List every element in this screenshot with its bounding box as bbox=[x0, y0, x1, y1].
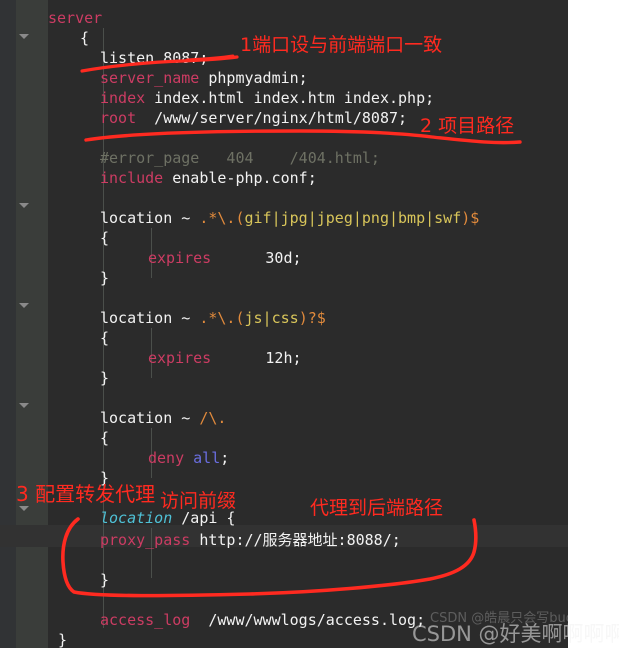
token-access-log-keyword: access_log bbox=[100, 611, 191, 629]
token-close-brace: } bbox=[100, 369, 110, 387]
code-line-index[interactable]: index index.html index.htm index.php; bbox=[100, 88, 434, 108]
code-line-open-brace[interactable]: { bbox=[100, 428, 109, 448]
token-regex-extensions: js|css bbox=[244, 309, 299, 327]
token-close-brace: } bbox=[100, 269, 110, 287]
code-line-proxy-pass[interactable]: proxy_pass http://服务器地址:8088/; bbox=[100, 530, 401, 550]
token-expires-keyword: expires bbox=[148, 349, 212, 367]
token-listen-value: 8087; bbox=[154, 49, 209, 67]
token-location-keyword: location bbox=[100, 409, 173, 427]
token-access-log-value: /www/wwwlogs/access.log; bbox=[190, 611, 426, 629]
token-location-keyword: location bbox=[100, 209, 173, 227]
token-open-brace: { bbox=[100, 429, 110, 447]
code-line-open-brace[interactable]: { bbox=[100, 228, 109, 248]
code-line-root[interactable]: root /www/server/nginx/html/8087; bbox=[100, 108, 407, 128]
token-regex-suffix: )$ bbox=[461, 209, 480, 227]
token-root-keyword: root bbox=[100, 109, 137, 127]
code-line-close-brace[interactable]: } bbox=[100, 468, 109, 488]
code-line-close-brace[interactable]: } bbox=[100, 368, 109, 388]
token-include-value: enable-php.conf; bbox=[163, 169, 317, 187]
fold-triangle-icon[interactable] bbox=[19, 34, 29, 39]
fold-triangle-icon[interactable] bbox=[19, 203, 29, 208]
token-open-brace: { bbox=[100, 229, 110, 247]
fold-triangle-icon[interactable] bbox=[19, 403, 29, 408]
editor-gutter-fold-column[interactable] bbox=[16, 0, 48, 648]
token-server-name-value: phpmyadmin; bbox=[199, 69, 308, 87]
code-line-access-log[interactable]: access_log /www/wwwlogs/access.log; bbox=[100, 610, 425, 630]
code-line-listen[interactable]: listen 8087; bbox=[100, 48, 208, 68]
editor-gutter-outer bbox=[0, 0, 16, 648]
code-line-location-images[interactable]: location ~ .*\.(gif|jpg|jpeg|png|bmp|swf… bbox=[100, 208, 479, 228]
code-line-location-jscss[interactable]: location ~ .*\.(js|css)?$ bbox=[100, 308, 326, 328]
token-expires-value: 30d; bbox=[211, 249, 302, 267]
token-open-brace: { bbox=[80, 29, 90, 47]
token-include-keyword: include bbox=[100, 169, 164, 187]
code-line-close-brace-server[interactable]: } bbox=[58, 630, 67, 648]
token-close-brace: } bbox=[100, 469, 110, 487]
token-expires-value: 12h; bbox=[211, 349, 302, 367]
token-index-value: index.html index.htm index.php; bbox=[145, 89, 435, 107]
token-server-keyword: server bbox=[48, 9, 103, 27]
code-line-server[interactable]: server bbox=[48, 8, 102, 28]
token-server-name-keyword: server_name bbox=[100, 69, 200, 87]
fold-triangle-icon[interactable] bbox=[19, 506, 29, 511]
code-line-deny-all[interactable]: deny all; bbox=[148, 448, 229, 468]
code-line-close-brace[interactable]: } bbox=[100, 268, 109, 288]
token-close-brace: } bbox=[100, 571, 110, 589]
token-root-value: /www/server/nginx/html/8087; bbox=[136, 109, 408, 127]
token-tilde-operator: ~ bbox=[172, 209, 200, 227]
token-regex-extensions: gif|jpg|jpeg|png|bmp|swf bbox=[244, 209, 462, 227]
code-line-expires-12h[interactable]: expires 12h; bbox=[148, 348, 302, 368]
token-tilde-operator: ~ bbox=[172, 409, 200, 427]
code-line-expires-30d[interactable]: expires 30d; bbox=[148, 248, 302, 268]
code-line-open-brace[interactable]: { bbox=[100, 328, 109, 348]
code-line-server-name[interactable]: server_name phpmyadmin; bbox=[100, 68, 308, 88]
token-regex-dotfiles: /\. bbox=[199, 409, 227, 427]
token-deny-value: all bbox=[193, 449, 221, 467]
token-error-page-comment: #error_page 404 /404.html; bbox=[100, 149, 380, 167]
token-tilde-operator: ~ bbox=[172, 309, 200, 327]
token-close-brace: } bbox=[58, 631, 68, 648]
token-listen-keyword: listen bbox=[100, 49, 155, 67]
code-line-close-brace[interactable]: } bbox=[100, 570, 109, 590]
token-location-keyword: location bbox=[100, 309, 173, 327]
token-regex-prefix: .*\.( bbox=[199, 209, 245, 227]
token-proxy-pass-value: http://服务器地址:8088/; bbox=[190, 531, 401, 549]
token-location-api-path: /api { bbox=[172, 509, 236, 527]
code-line-location-dotfiles[interactable]: location ~ /\. bbox=[100, 408, 226, 428]
code-text-area[interactable]: server { listen 8087; server_name phpmya… bbox=[48, 0, 568, 648]
token-regex-prefix: .*\.( bbox=[199, 309, 245, 327]
token-open-brace: { bbox=[100, 329, 110, 347]
token-index-keyword: index bbox=[100, 89, 146, 107]
code-line-error-page-comment[interactable]: #error_page 404 /404.html; bbox=[100, 148, 380, 168]
token-expires-keyword: expires bbox=[148, 249, 212, 267]
token-deny-keyword: deny bbox=[148, 449, 185, 467]
code-line-location-api[interactable]: location /api { bbox=[100, 508, 235, 528]
token-proxy-pass-keyword: proxy_pass bbox=[100, 531, 191, 549]
code-line-include[interactable]: include enable-php.conf; bbox=[100, 168, 317, 188]
token-regex-suffix: )?$ bbox=[298, 309, 326, 327]
code-editor[interactable]: server { listen 8087; server_name phpmya… bbox=[0, 0, 568, 648]
token-semicolon: ; bbox=[220, 449, 230, 467]
token-location-api-keyword: location bbox=[100, 509, 173, 527]
code-line-open-brace[interactable]: { bbox=[80, 28, 89, 48]
fold-triangle-icon[interactable] bbox=[19, 303, 29, 308]
